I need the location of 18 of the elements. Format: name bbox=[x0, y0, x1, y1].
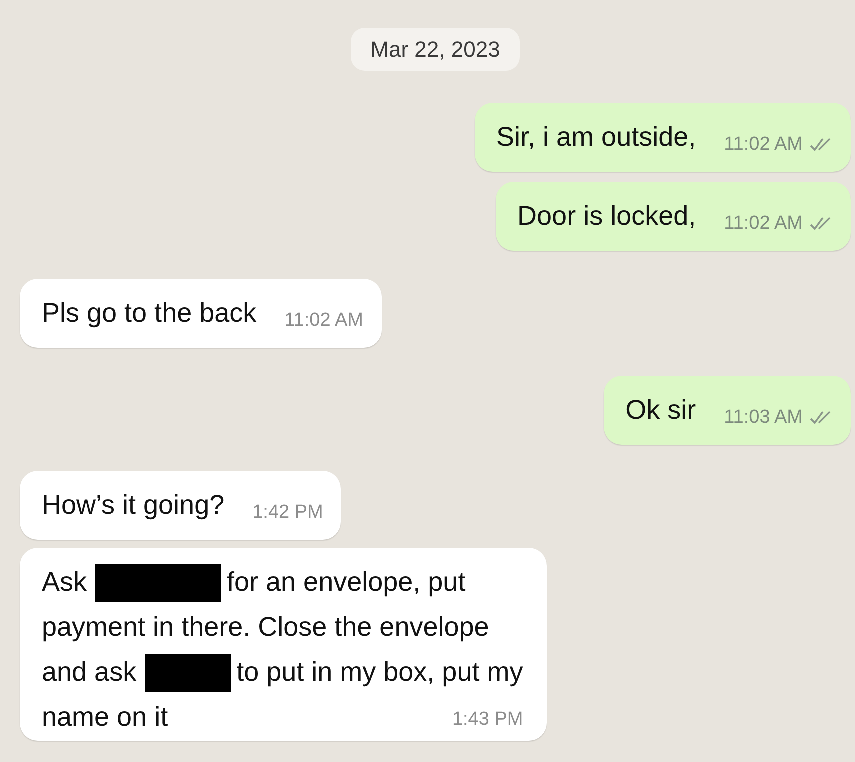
message-text: Door is locked, bbox=[518, 200, 696, 233]
message-text: Sir, i am outside, bbox=[496, 121, 696, 154]
message-time: 11:02 AM bbox=[724, 214, 803, 233]
message-time: 11:02 AM bbox=[724, 135, 803, 154]
message-text: to put in my box, put my bbox=[236, 656, 524, 689]
message-text: payment in there. Close the envelope bbox=[42, 611, 490, 644]
message-time: 11:02 AM bbox=[284, 311, 364, 330]
message-time: 11:03 AM bbox=[724, 408, 803, 427]
message-text: and ask bbox=[42, 656, 137, 689]
message-text: Ok sir bbox=[626, 394, 696, 427]
message-text: for an envelope, put bbox=[227, 566, 466, 599]
message-time: 1:42 PM bbox=[252, 503, 324, 522]
message-time: 1:43 PM bbox=[452, 710, 524, 729]
message-text: name on it bbox=[42, 701, 168, 734]
message-text: Ask bbox=[42, 566, 88, 599]
message-text: How’s it going? bbox=[42, 489, 225, 522]
message-text: Pls go to the back bbox=[42, 297, 257, 330]
date-chip: Mar 22, 2023 bbox=[350, 28, 520, 71]
